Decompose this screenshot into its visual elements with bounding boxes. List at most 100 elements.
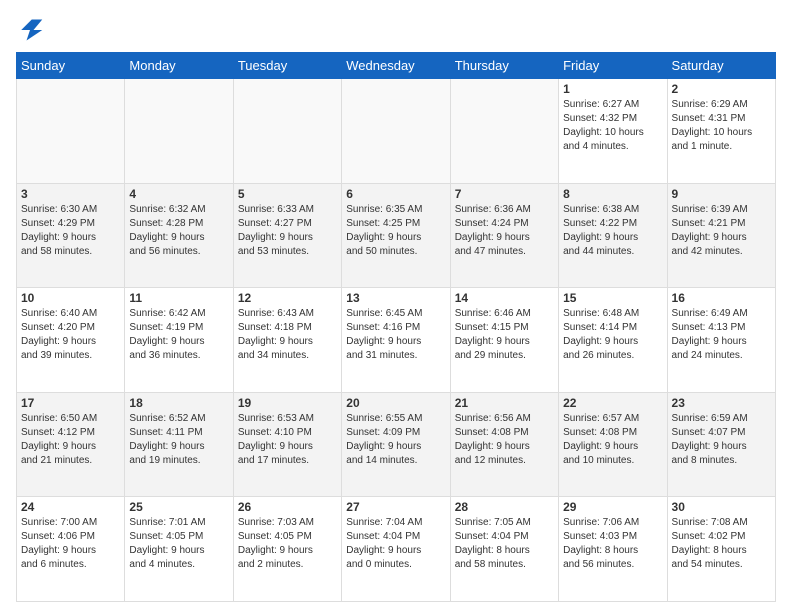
day-info: Sunrise: 6:45 AM Sunset: 4:16 PM Dayligh… bbox=[346, 307, 445, 363]
day-number: 30 bbox=[672, 500, 771, 514]
week-row-2: 3 Sunrise: 6:30 AM Sunset: 4:29 PM Daylig… bbox=[17, 183, 776, 288]
day-number: 20 bbox=[346, 396, 445, 410]
calendar-cell bbox=[233, 79, 341, 184]
day-number: 26 bbox=[238, 500, 337, 514]
day-info: Sunrise: 6:50 AM Sunset: 4:12 PM Dayligh… bbox=[21, 412, 120, 468]
day-info: Sunrise: 6:29 AM Sunset: 4:31 PM Dayligh… bbox=[672, 98, 771, 154]
day-number: 23 bbox=[672, 396, 771, 410]
day-info: Sunrise: 6:43 AM Sunset: 4:18 PM Dayligh… bbox=[238, 307, 337, 363]
day-number: 29 bbox=[563, 500, 662, 514]
calendar-cell: 16Sunrise: 6:49 AM Sunset: 4:13 PM Dayli… bbox=[667, 288, 775, 393]
calendar-cell: 26 Sunrise: 7:03 AM Sunset: 4:05 PM Dayli… bbox=[233, 497, 341, 602]
week-row-5: 24Sunrise: 7:00 AM Sunset: 4:06 PM Dayli… bbox=[17, 497, 776, 602]
calendar-cell bbox=[450, 79, 558, 184]
weekday-friday: Friday bbox=[559, 53, 667, 79]
calendar-cell bbox=[17, 79, 125, 184]
calendar-cell: 27 Sunrise: 7:04 AM Sunset: 4:04 PM Dayli… bbox=[342, 497, 450, 602]
weekday-wednesday: Wednesday bbox=[342, 53, 450, 79]
header bbox=[16, 16, 776, 44]
day-info: Sunrise: 6:55 AM Sunset: 4:09 PM Dayligh… bbox=[346, 412, 445, 468]
calendar-cell: 5 Sunrise: 6:33 AM Sunset: 4:27 PM Daylig… bbox=[233, 183, 341, 288]
day-number: 4 bbox=[129, 187, 228, 201]
weekday-saturday: Saturday bbox=[667, 53, 775, 79]
day-info: Sunrise: 6:49 AM Sunset: 4:13 PM Dayligh… bbox=[672, 307, 771, 363]
calendar-cell: 11 Sunrise: 6:42 AM Sunset: 4:19 PM Dayli… bbox=[125, 288, 233, 393]
day-number: 7 bbox=[455, 187, 554, 201]
day-info: Sunrise: 6:35 AM Sunset: 4:25 PM Dayligh… bbox=[346, 203, 445, 259]
calendar-cell: 17 Sunrise: 6:50 AM Sunset: 4:12 PM Dayli… bbox=[17, 392, 125, 497]
calendar-cell: 8Sunrise: 6:38 AM Sunset: 4:22 PM Daylig… bbox=[559, 183, 667, 288]
calendar-cell: 13 Sunrise: 6:45 AM Sunset: 4:16 PM Dayli… bbox=[342, 288, 450, 393]
day-number: 1 bbox=[563, 82, 662, 96]
day-number: 19 bbox=[238, 396, 337, 410]
week-row-4: 17 Sunrise: 6:50 AM Sunset: 4:12 PM Dayli… bbox=[17, 392, 776, 497]
day-info: Sunrise: 6:56 AM Sunset: 4:08 PM Dayligh… bbox=[455, 412, 554, 468]
day-info: Sunrise: 6:48 AM Sunset: 4:14 PM Dayligh… bbox=[563, 307, 662, 363]
calendar-cell: 9 Sunrise: 6:39 AM Sunset: 4:21 PM Daylig… bbox=[667, 183, 775, 288]
day-number: 24 bbox=[21, 500, 120, 514]
day-number: 22 bbox=[563, 396, 662, 410]
day-number: 25 bbox=[129, 500, 228, 514]
calendar-cell: 24Sunrise: 7:00 AM Sunset: 4:06 PM Dayli… bbox=[17, 497, 125, 602]
calendar-cell bbox=[342, 79, 450, 184]
calendar-cell: 20 Sunrise: 6:55 AM Sunset: 4:09 PM Dayli… bbox=[342, 392, 450, 497]
weekday-thursday: Thursday bbox=[450, 53, 558, 79]
day-info: Sunrise: 7:03 AM Sunset: 4:05 PM Dayligh… bbox=[238, 516, 337, 572]
day-info: Sunrise: 7:05 AM Sunset: 4:04 PM Dayligh… bbox=[455, 516, 554, 572]
day-info: Sunrise: 7:01 AM Sunset: 4:05 PM Dayligh… bbox=[129, 516, 228, 572]
calendar-cell: 23 Sunrise: 6:59 AM Sunset: 4:07 PM Dayli… bbox=[667, 392, 775, 497]
calendar-cell: 21 Sunrise: 6:56 AM Sunset: 4:08 PM Dayli… bbox=[450, 392, 558, 497]
day-info: Sunrise: 6:53 AM Sunset: 4:10 PM Dayligh… bbox=[238, 412, 337, 468]
page: SundayMondayTuesdayWednesdayThursdayFrid… bbox=[0, 0, 792, 612]
day-info: Sunrise: 6:42 AM Sunset: 4:19 PM Dayligh… bbox=[129, 307, 228, 363]
day-info: Sunrise: 6:39 AM Sunset: 4:21 PM Dayligh… bbox=[672, 203, 771, 259]
day-info: Sunrise: 7:08 AM Sunset: 4:02 PM Dayligh… bbox=[672, 516, 771, 572]
day-number: 9 bbox=[672, 187, 771, 201]
calendar-cell: 1 Sunrise: 6:27 AM Sunset: 4:32 PM Daylig… bbox=[559, 79, 667, 184]
day-number: 2 bbox=[672, 82, 771, 96]
day-info: Sunrise: 6:30 AM Sunset: 4:29 PM Dayligh… bbox=[21, 203, 120, 259]
day-number: 28 bbox=[455, 500, 554, 514]
calendar-cell: 6Sunrise: 6:35 AM Sunset: 4:25 PM Daylig… bbox=[342, 183, 450, 288]
day-info: Sunrise: 6:59 AM Sunset: 4:07 PM Dayligh… bbox=[672, 412, 771, 468]
day-info: Sunrise: 6:38 AM Sunset: 4:22 PM Dayligh… bbox=[563, 203, 662, 259]
weekday-sunday: Sunday bbox=[17, 53, 125, 79]
calendar-cell: 7 Sunrise: 6:36 AM Sunset: 4:24 PM Daylig… bbox=[450, 183, 558, 288]
calendar-cell: 19 Sunrise: 6:53 AM Sunset: 4:10 PM Dayli… bbox=[233, 392, 341, 497]
calendar-cell: 15 Sunrise: 6:48 AM Sunset: 4:14 PM Dayli… bbox=[559, 288, 667, 393]
day-number: 5 bbox=[238, 187, 337, 201]
day-info: Sunrise: 6:52 AM Sunset: 4:11 PM Dayligh… bbox=[129, 412, 228, 468]
calendar-cell: 14 Sunrise: 6:46 AM Sunset: 4:15 PM Dayli… bbox=[450, 288, 558, 393]
day-number: 11 bbox=[129, 291, 228, 305]
weekday-tuesday: Tuesday bbox=[233, 53, 341, 79]
calendar-cell: 4 Sunrise: 6:32 AM Sunset: 4:28 PM Daylig… bbox=[125, 183, 233, 288]
day-info: Sunrise: 6:36 AM Sunset: 4:24 PM Dayligh… bbox=[455, 203, 554, 259]
day-info: Sunrise: 7:04 AM Sunset: 4:04 PM Dayligh… bbox=[346, 516, 445, 572]
week-row-1: 1 Sunrise: 6:27 AM Sunset: 4:32 PM Daylig… bbox=[17, 79, 776, 184]
logo-icon bbox=[16, 16, 44, 44]
day-info: Sunrise: 6:46 AM Sunset: 4:15 PM Dayligh… bbox=[455, 307, 554, 363]
calendar-cell bbox=[125, 79, 233, 184]
calendar-cell: 2 Sunrise: 6:29 AM Sunset: 4:31 PM Daylig… bbox=[667, 79, 775, 184]
calendar-cell: 28 Sunrise: 7:05 AM Sunset: 4:04 PM Dayli… bbox=[450, 497, 558, 602]
day-number: 13 bbox=[346, 291, 445, 305]
day-info: Sunrise: 6:33 AM Sunset: 4:27 PM Dayligh… bbox=[238, 203, 337, 259]
day-number: 27 bbox=[346, 500, 445, 514]
calendar-cell: 12 Sunrise: 6:43 AM Sunset: 4:18 PM Dayli… bbox=[233, 288, 341, 393]
day-info: Sunrise: 6:40 AM Sunset: 4:20 PM Dayligh… bbox=[21, 307, 120, 363]
day-number: 12 bbox=[238, 291, 337, 305]
day-number: 3 bbox=[21, 187, 120, 201]
day-number: 21 bbox=[455, 396, 554, 410]
weekday-header-row: SundayMondayTuesdayWednesdayThursdayFrid… bbox=[17, 53, 776, 79]
week-row-3: 10Sunrise: 6:40 AM Sunset: 4:20 PM Dayli… bbox=[17, 288, 776, 393]
day-info: Sunrise: 6:32 AM Sunset: 4:28 PM Dayligh… bbox=[129, 203, 228, 259]
calendar-table: SundayMondayTuesdayWednesdayThursdayFrid… bbox=[16, 52, 776, 602]
day-info: Sunrise: 6:57 AM Sunset: 4:08 PM Dayligh… bbox=[563, 412, 662, 468]
day-number: 15 bbox=[563, 291, 662, 305]
day-info: Sunrise: 6:27 AM Sunset: 4:32 PM Dayligh… bbox=[563, 98, 662, 154]
day-number: 14 bbox=[455, 291, 554, 305]
day-number: 17 bbox=[21, 396, 120, 410]
calendar-cell: 29Sunrise: 7:06 AM Sunset: 4:03 PM Dayli… bbox=[559, 497, 667, 602]
calendar-cell: 3 Sunrise: 6:30 AM Sunset: 4:29 PM Daylig… bbox=[17, 183, 125, 288]
calendar-cell: 10Sunrise: 6:40 AM Sunset: 4:20 PM Dayli… bbox=[17, 288, 125, 393]
